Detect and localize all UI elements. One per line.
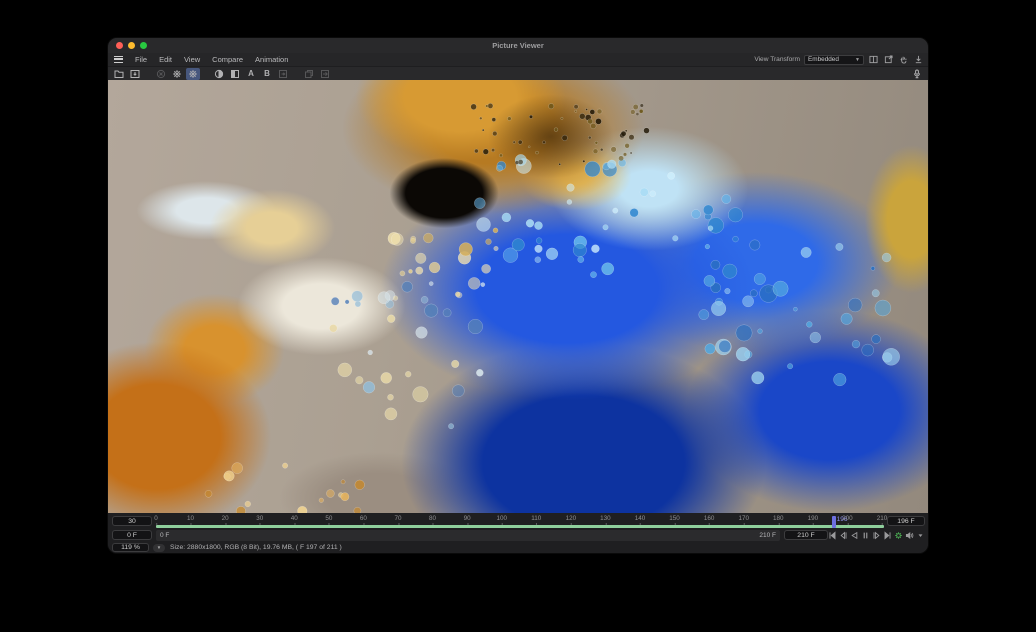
range-row: 0 F 0 F 210 F 210 F <box>108 529 928 542</box>
open-folder-icon[interactable] <box>112 68 126 80</box>
menubar: File Edit View Compare Animation View Tr… <box>108 53 928 66</box>
ruler-tick-label: 140 <box>635 515 646 522</box>
ruler-tick-label: 50 <box>325 515 332 522</box>
timeline-panel: 30 196 010203040506070809010011012013014… <box>108 513 928 553</box>
cache-bar <box>156 525 884 529</box>
link-disabled-icon <box>276 68 290 80</box>
ruler-tick-label: 80 <box>429 515 436 522</box>
version-b[interactable]: B <box>260 68 274 80</box>
transport-controls <box>827 530 925 541</box>
ruler-tick-label: 180 <box>773 515 784 522</box>
timeline-start-field[interactable]: 30 <box>112 516 152 526</box>
view-transform-label: View Transform <box>754 56 800 63</box>
settings-gear-icon[interactable] <box>170 68 184 80</box>
ruler-tick-label: 90 <box>464 515 471 522</box>
pause-button[interactable] <box>860 530 870 541</box>
close-button[interactable] <box>116 42 123 49</box>
menu-animation[interactable]: Animation <box>249 55 294 64</box>
timeline-ruler[interactable]: 196 010203040506070809010011012013014015… <box>156 514 882 529</box>
chevron-down-icon: ▼ <box>855 57 860 63</box>
loop-playback-button[interactable] <box>893 530 903 541</box>
render-disabled-icon <box>154 68 168 80</box>
microphone-icon[interactable] <box>910 68 924 80</box>
ruler-tick-label: 160 <box>704 515 715 522</box>
ruler-tick-label: 0 <box>154 515 158 522</box>
settings-gear-active-icon[interactable] <box>186 68 200 80</box>
range-end-field[interactable]: 210 F <box>784 530 828 540</box>
ruler-tick-label: 100 <box>496 515 507 522</box>
hand-tool-icon[interactable] <box>898 54 909 65</box>
image-info-text: Size: 2880x1800, RGB (8 Bit), 19.76 MB, … <box>170 544 342 551</box>
zoom-dropdown-button[interactable]: ▼ <box>153 544 165 552</box>
goto-end-button[interactable] <box>882 530 892 541</box>
ruler-tick-label: 200 <box>842 515 853 522</box>
copy-disabled-icon <box>302 68 316 80</box>
ruler-tick-label: 70 <box>394 515 401 522</box>
ruler-tick-label: 170 <box>738 515 749 522</box>
hamburger-icon[interactable] <box>114 56 123 63</box>
menu-view[interactable]: View <box>178 55 206 64</box>
playhead[interactable] <box>832 516 836 528</box>
view-transform-select[interactable]: Embedded ▼ <box>804 55 864 65</box>
play-forward-button[interactable] <box>871 530 881 541</box>
range-bar-start-label: 0 F <box>160 532 169 539</box>
dock-icon[interactable] <box>913 54 924 65</box>
ruler-tick-label: 10 <box>187 515 194 522</box>
range-bar[interactable]: 0 F 210 F <box>156 530 780 541</box>
step-back-button[interactable] <box>838 530 848 541</box>
window-title: Picture Viewer <box>108 41 928 50</box>
minimize-button[interactable] <box>128 42 135 49</box>
range-bar-end-label: 210 F <box>759 532 776 539</box>
ruler-tick-label: 20 <box>222 515 229 522</box>
titlebar[interactable]: Picture Viewer <box>108 38 928 53</box>
view-transform-value: Embedded <box>808 56 839 63</box>
toolbar: A B <box>108 66 928 80</box>
menu-compare[interactable]: Compare <box>206 55 249 64</box>
ruler-tick-label: 130 <box>600 515 611 522</box>
zoom-button[interactable] <box>140 42 147 49</box>
ruler-row: 30 196 010203040506070809010011012013014… <box>108 514 928 529</box>
save-icon[interactable] <box>128 68 142 80</box>
transport-options-button[interactable] <box>915 530 925 541</box>
viewer-image[interactable] <box>108 80 928 515</box>
play-reverse-button[interactable] <box>849 530 859 541</box>
menu-edit[interactable]: Edit <box>153 55 178 64</box>
contrast-icon[interactable] <box>212 68 226 80</box>
ruler-tick-label: 60 <box>360 515 367 522</box>
ruler-tick-label: 190 <box>808 515 819 522</box>
picture-viewer-window: Picture Viewer File Edit View Compare An… <box>108 38 928 553</box>
status-row: 119 % ▼ Size: 2880x1800, RGB (8 Bit), 19… <box>108 542 928 553</box>
current-frame-field[interactable]: 196 F <box>887 516 925 526</box>
goto-start-button[interactable] <box>827 530 837 541</box>
ruler-tick-label: 120 <box>566 515 577 522</box>
window-controls <box>116 42 147 49</box>
volume-button[interactable] <box>904 530 914 541</box>
ruler-tick-label: 30 <box>256 515 263 522</box>
split-view-icon[interactable] <box>868 54 879 65</box>
pop-out-icon[interactable] <box>883 54 894 65</box>
forward-disabled-icon <box>318 68 332 80</box>
ruler-tick-label: 110 <box>531 515 541 522</box>
zoom-level-field[interactable]: 119 % <box>112 543 149 552</box>
range-start-field[interactable]: 0 F <box>112 530 152 540</box>
version-a[interactable]: A <box>244 68 258 80</box>
ruler-tick-label: 150 <box>669 515 680 522</box>
bubbles-overlay <box>108 80 928 515</box>
ruler-tick-label: 40 <box>291 515 298 522</box>
ruler-tick-label: 210 <box>877 515 888 522</box>
ab-compare-icon[interactable] <box>228 68 242 80</box>
menu-file[interactable]: File <box>129 55 153 64</box>
